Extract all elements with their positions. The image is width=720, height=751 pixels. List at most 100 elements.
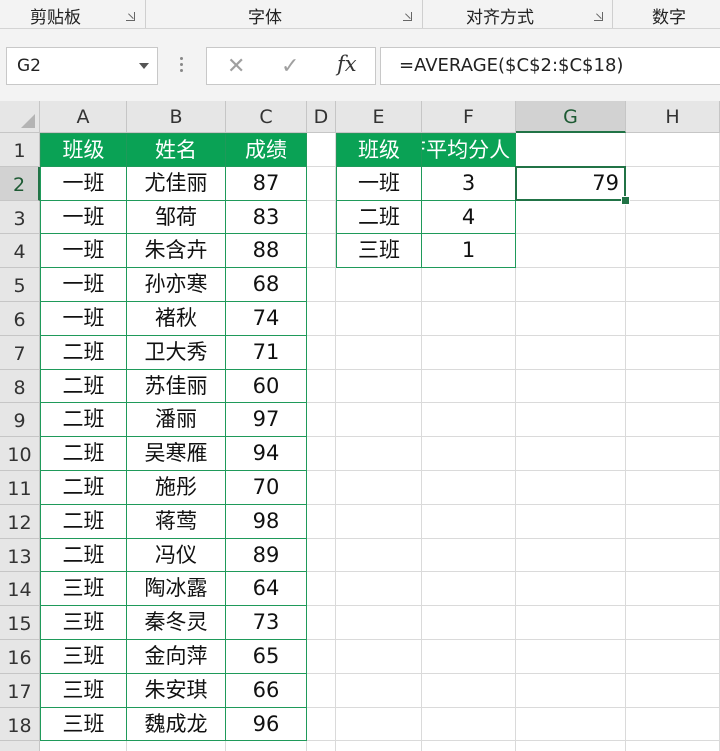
cell[interactable] [626, 437, 720, 471]
table-cell[interactable]: 孙亦寒 [127, 268, 226, 302]
average-result-cell[interactable]: 79 [516, 166, 626, 201]
table-cell[interactable]: 三班 [40, 572, 127, 607]
column-header-h[interactable]: H [626, 101, 720, 133]
cell[interactable] [516, 200, 626, 235]
cell[interactable] [422, 403, 516, 438]
cell[interactable] [307, 504, 336, 539]
cell[interactable] [336, 606, 422, 640]
table-cell[interactable]: 一班 [40, 268, 127, 302]
table-cell[interactable]: 二班 [40, 335, 127, 370]
table-cell[interactable]: 吴寒雁 [127, 437, 226, 471]
row-header-8[interactable]: 8 [0, 369, 40, 404]
table-cell[interactable]: 87 [226, 166, 307, 201]
cell[interactable] [336, 504, 422, 539]
cell[interactable] [307, 572, 336, 607]
cell[interactable] [422, 741, 516, 751]
row-header-13[interactable]: 13 [0, 538, 40, 573]
cell[interactable] [307, 369, 336, 404]
table-cell[interactable]: 88 [226, 234, 307, 269]
cell[interactable] [516, 335, 626, 370]
cell[interactable] [516, 403, 626, 438]
cell[interactable] [626, 335, 720, 370]
cell[interactable] [336, 572, 422, 607]
cell[interactable] [626, 471, 720, 505]
row-header-10[interactable]: 10 [0, 437, 40, 471]
cell[interactable] [516, 437, 626, 471]
table-cell[interactable]: 二班 [40, 471, 127, 505]
table-cell[interactable]: 二班 [40, 538, 127, 573]
cell[interactable] [626, 369, 720, 404]
summary-header-cell[interactable]: 班级 [336, 133, 422, 167]
table-cell[interactable]: 陶冰露 [127, 572, 226, 607]
name-box[interactable]: G2 [6, 47, 158, 85]
column-header-b[interactable]: B [127, 101, 226, 133]
cell[interactable] [422, 335, 516, 370]
table-cell[interactable]: 68 [226, 268, 307, 302]
row-header-18[interactable]: 18 [0, 707, 40, 742]
cell[interactable] [307, 335, 336, 370]
table-cell[interactable]: 魏成龙 [127, 707, 226, 742]
table-cell[interactable]: 潘丽 [127, 403, 226, 438]
cell[interactable] [307, 302, 336, 336]
table-cell[interactable]: 74 [226, 302, 307, 336]
table-cell[interactable]: 卫大秀 [127, 335, 226, 370]
row-header-14[interactable]: 14 [0, 572, 40, 607]
cell[interactable] [336, 369, 422, 404]
cell[interactable] [307, 538, 336, 573]
cell[interactable] [307, 437, 336, 471]
table-header-cell[interactable]: 姓名 [127, 133, 226, 167]
cell[interactable] [516, 741, 626, 751]
summary-cell[interactable]: 3 [422, 166, 516, 201]
table-cell[interactable]: 70 [226, 471, 307, 505]
cell[interactable] [336, 335, 422, 370]
table-cell[interactable]: 二班 [40, 369, 127, 404]
cell[interactable] [626, 403, 720, 438]
table-cell[interactable]: 二班 [40, 504, 127, 539]
cell[interactable] [422, 606, 516, 640]
cell[interactable] [422, 538, 516, 573]
summary-cell[interactable]: 二班 [336, 200, 422, 235]
cell[interactable] [307, 268, 336, 302]
table-cell[interactable]: 朱含卉 [127, 234, 226, 269]
cell[interactable] [307, 471, 336, 505]
cell[interactable] [626, 606, 720, 640]
chevron-down-icon[interactable] [139, 63, 149, 69]
table-cell[interactable]: 94 [226, 437, 307, 471]
select-all-corner[interactable] [0, 101, 40, 133]
cell[interactable] [422, 268, 516, 302]
row-header-6[interactable]: 6 [0, 302, 40, 336]
cell[interactable] [516, 572, 626, 607]
cell[interactable] [422, 640, 516, 674]
table-cell[interactable]: 83 [226, 200, 307, 235]
cell[interactable] [516, 133, 626, 167]
column-header-f[interactable]: F [422, 101, 516, 133]
row-header-19[interactable]: 19 [0, 741, 40, 751]
table-cell[interactable]: 89 [226, 538, 307, 573]
table-cell[interactable]: 64 [226, 572, 307, 607]
table-cell[interactable]: 褚秋 [127, 302, 226, 336]
row-header-11[interactable]: 11 [0, 471, 40, 505]
cell[interactable] [336, 538, 422, 573]
cell[interactable] [422, 707, 516, 742]
launcher-icon[interactable] [594, 12, 603, 21]
cell[interactable] [626, 741, 720, 751]
table-cell[interactable]: 73 [226, 606, 307, 640]
cell[interactable] [307, 234, 336, 269]
column-header-e[interactable]: E [336, 101, 422, 133]
cell[interactable] [307, 133, 336, 167]
table-cell[interactable]: 一班 [40, 200, 127, 235]
cell[interactable] [307, 200, 336, 235]
cell[interactable] [516, 302, 626, 336]
cell[interactable] [516, 707, 626, 742]
cell[interactable] [516, 268, 626, 302]
cell[interactable] [336, 673, 422, 708]
cell[interactable] [626, 234, 720, 269]
column-header-c[interactable]: C [226, 101, 307, 133]
cell[interactable] [422, 471, 516, 505]
formula-input[interactable]: =AVERAGE($C$2:$C$18) [380, 47, 720, 85]
cell[interactable] [307, 640, 336, 674]
cell[interactable] [626, 200, 720, 235]
table-cell[interactable]: 71 [226, 335, 307, 370]
spreadsheet-grid[interactable]: ABCDEFGH12345678910111213141516171819班级姓… [0, 101, 720, 751]
table-cell[interactable]: 尤佳丽 [127, 166, 226, 201]
